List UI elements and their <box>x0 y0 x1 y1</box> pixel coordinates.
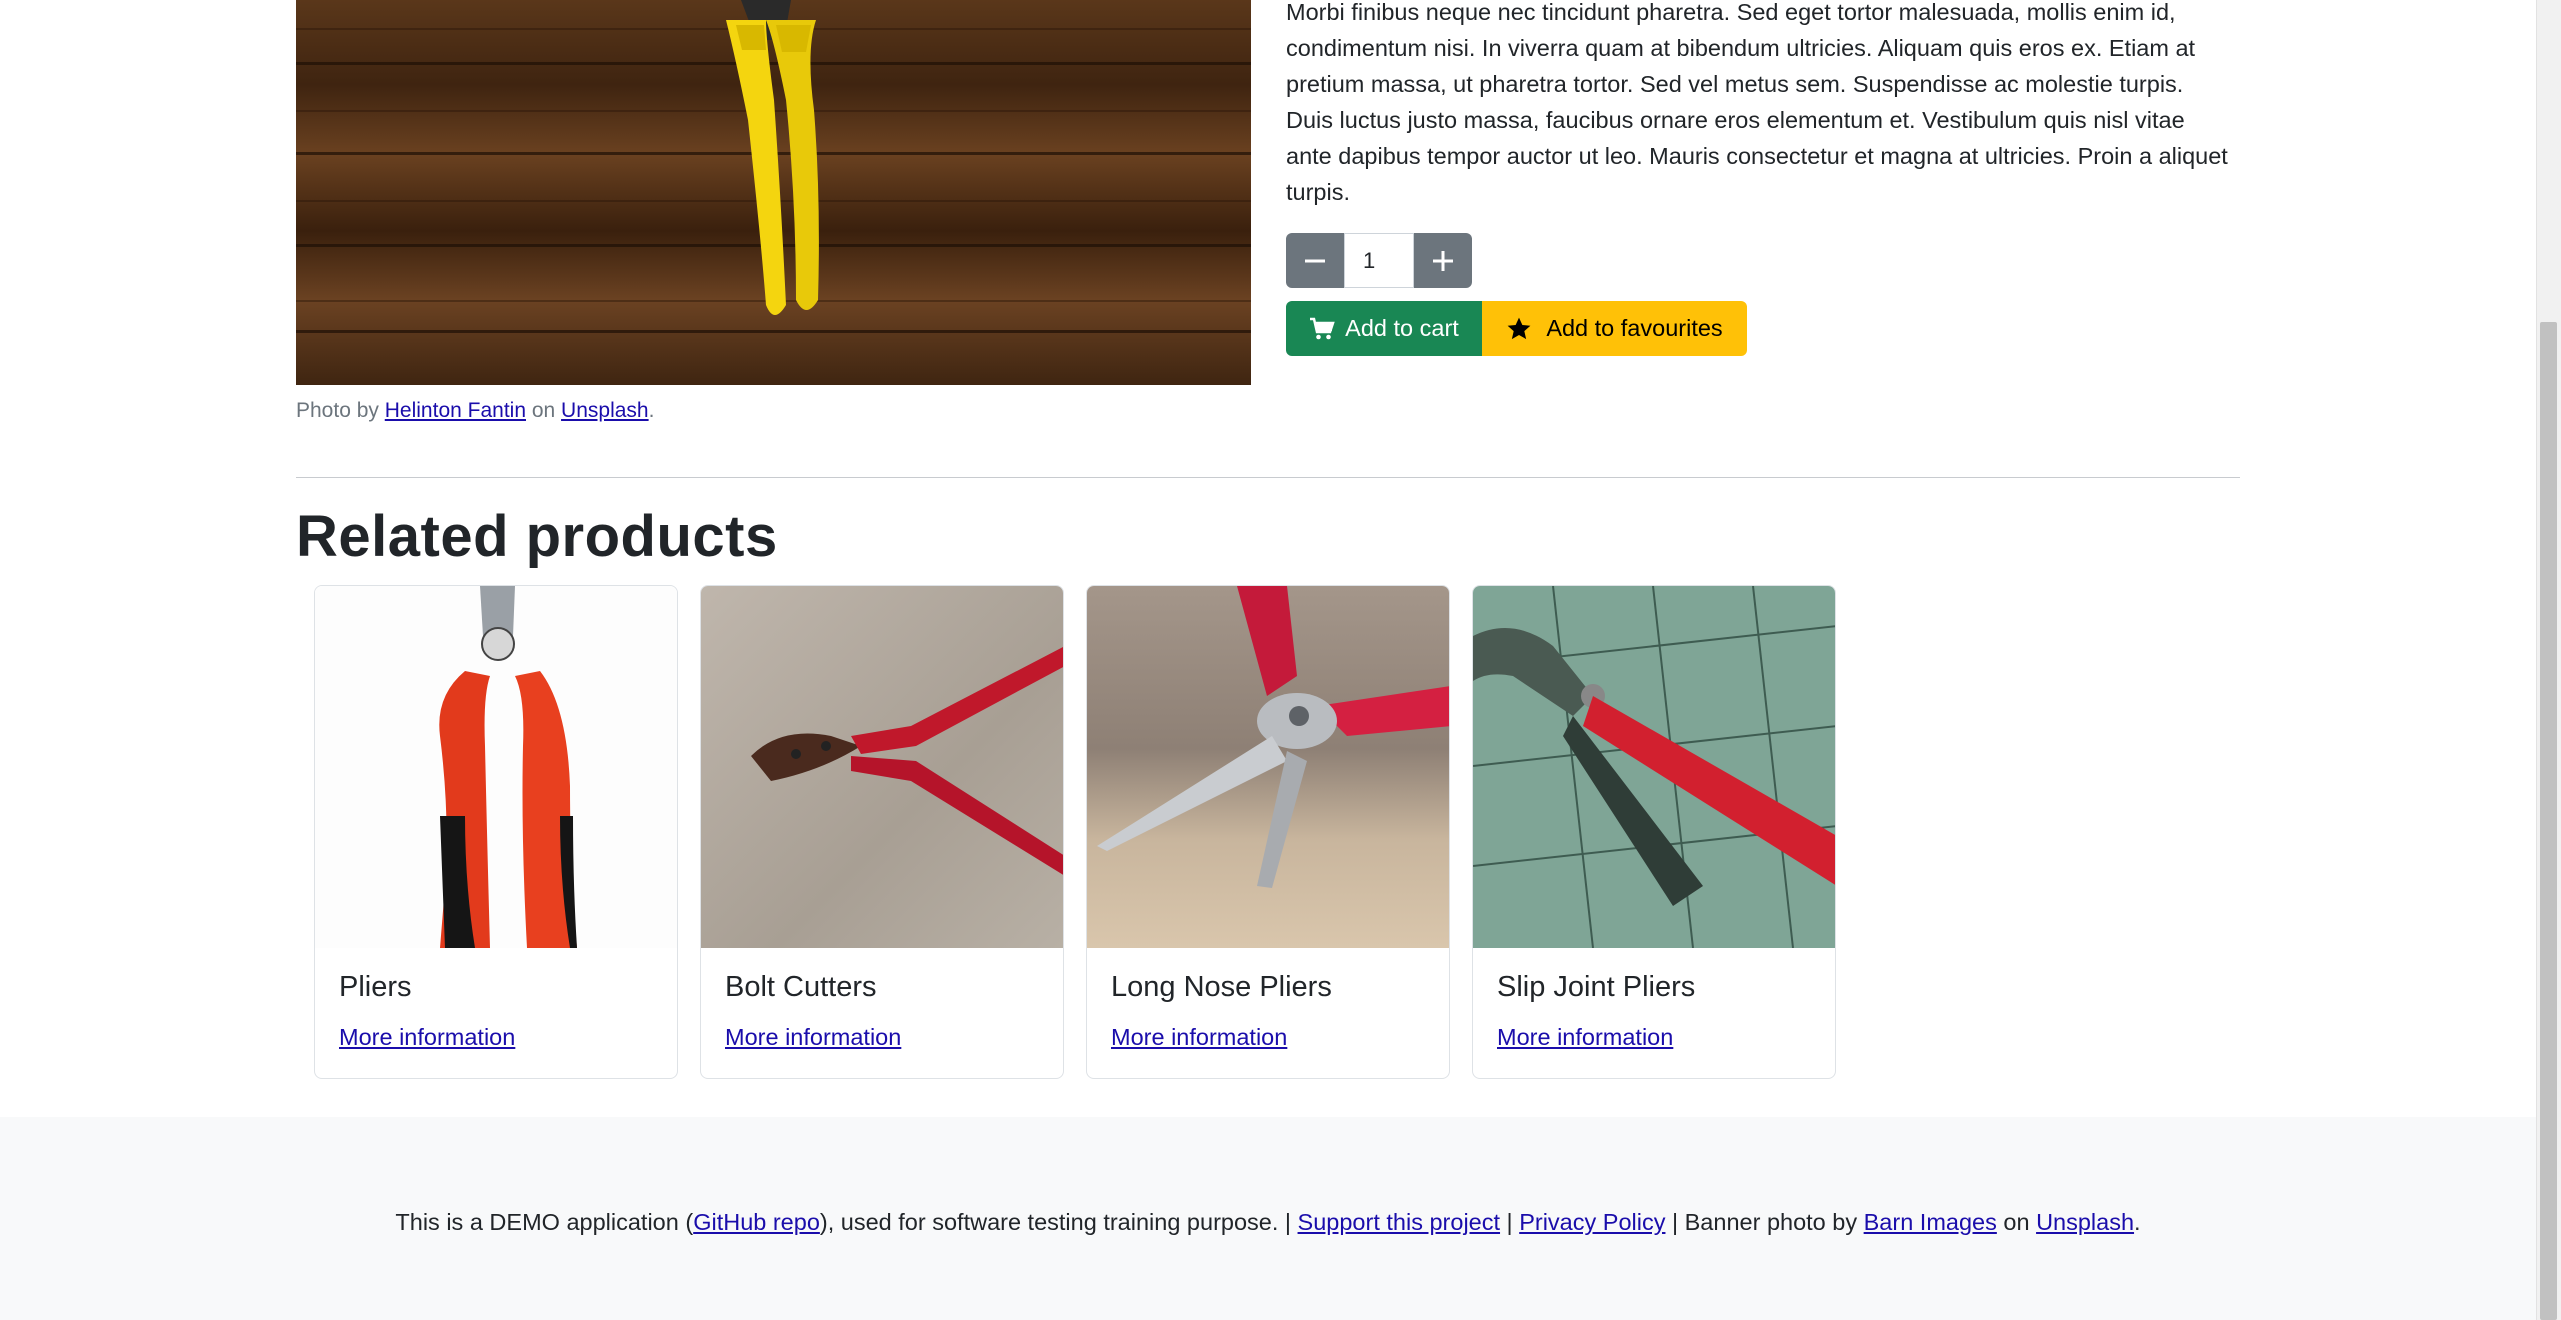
product-card-image <box>1087 586 1449 948</box>
footer: This is a DEMO application (GitHub repo)… <box>0 1117 2536 1320</box>
footer-text-part: ), used for software testing training pu… <box>819 1209 1298 1235</box>
privacy-policy-link[interactable]: Privacy Policy <box>1519 1209 1665 1235</box>
product-card: Long Nose Pliers More information <box>1086 585 1450 1079</box>
scrollbar-thumb[interactable] <box>2540 322 2557 1320</box>
section-divider <box>296 477 2240 478</box>
photo-source-link[interactable]: Unsplash <box>561 399 649 422</box>
more-information-link[interactable]: More information <box>1111 1024 1287 1051</box>
footer-text-part: This is a DEMO application ( <box>395 1209 694 1235</box>
product-card-image <box>1473 586 1835 948</box>
quantity-input[interactable]: 1 <box>1344 233 1414 288</box>
minus-icon <box>1305 259 1325 262</box>
unsplash-link[interactable]: Unsplash <box>2036 1209 2134 1235</box>
add-to-favourites-label: Add to favourites <box>1546 315 1723 341</box>
more-information-link[interactable]: More information <box>1497 1024 1673 1051</box>
increase-quantity-button[interactable] <box>1414 233 1472 288</box>
add-to-cart-label: Add to cart <box>1345 315 1459 341</box>
product-image <box>296 0 1251 385</box>
more-information-link[interactable]: More information <box>725 1024 901 1051</box>
add-to-favourites-button[interactable]: Add to favourites <box>1482 301 1747 356</box>
photo-author-link[interactable]: Helinton Fantin <box>385 399 526 422</box>
credit-on: on <box>531 399 556 422</box>
cart-icon <box>1310 317 1335 339</box>
footer-text-part: | <box>1500 1209 1520 1235</box>
product-card-image <box>315 586 677 948</box>
footer-text: This is a DEMO application (GitHub repo)… <box>0 1209 2536 1236</box>
barn-images-link[interactable]: Barn Images <box>1864 1209 1997 1235</box>
product-card-title: Pliers <box>339 971 412 1003</box>
more-information-link[interactable]: More information <box>339 1024 515 1051</box>
credit-suffix: . <box>648 399 655 422</box>
footer-text-part: | Banner photo by <box>1665 1209 1864 1235</box>
star-icon <box>1507 317 1531 339</box>
plus-icon <box>1433 250 1453 271</box>
related-products-title: Related products <box>296 504 778 569</box>
footer-text-part: . <box>2134 1209 2141 1235</box>
product-card: Pliers More information <box>314 585 678 1079</box>
decrease-quantity-button[interactable] <box>1286 233 1344 288</box>
product-card-image <box>701 586 1063 948</box>
product-card-title: Long Nose Pliers <box>1111 971 1332 1003</box>
footer-text-part: on <box>1996 1209 2037 1235</box>
github-repo-link[interactable]: GitHub repo <box>693 1209 820 1235</box>
add-to-cart-button[interactable]: Add to cart <box>1286 301 1482 356</box>
product-card-title: Bolt Cutters <box>725 971 877 1003</box>
product-description: Morbi finibus neque nec tincidunt pharet… <box>1286 0 2228 205</box>
product-card-title: Slip Joint Pliers <box>1497 971 1696 1003</box>
product-card: Slip Joint Pliers More information <box>1472 585 1836 1079</box>
photo-credit: Photo by Helinton Fantin on Unsplash. <box>296 399 654 423</box>
product-card: Bolt Cutters More information <box>700 585 1064 1079</box>
credit-prefix: Photo by <box>296 399 379 422</box>
support-project-link[interactable]: Support this project <box>1298 1209 1500 1235</box>
